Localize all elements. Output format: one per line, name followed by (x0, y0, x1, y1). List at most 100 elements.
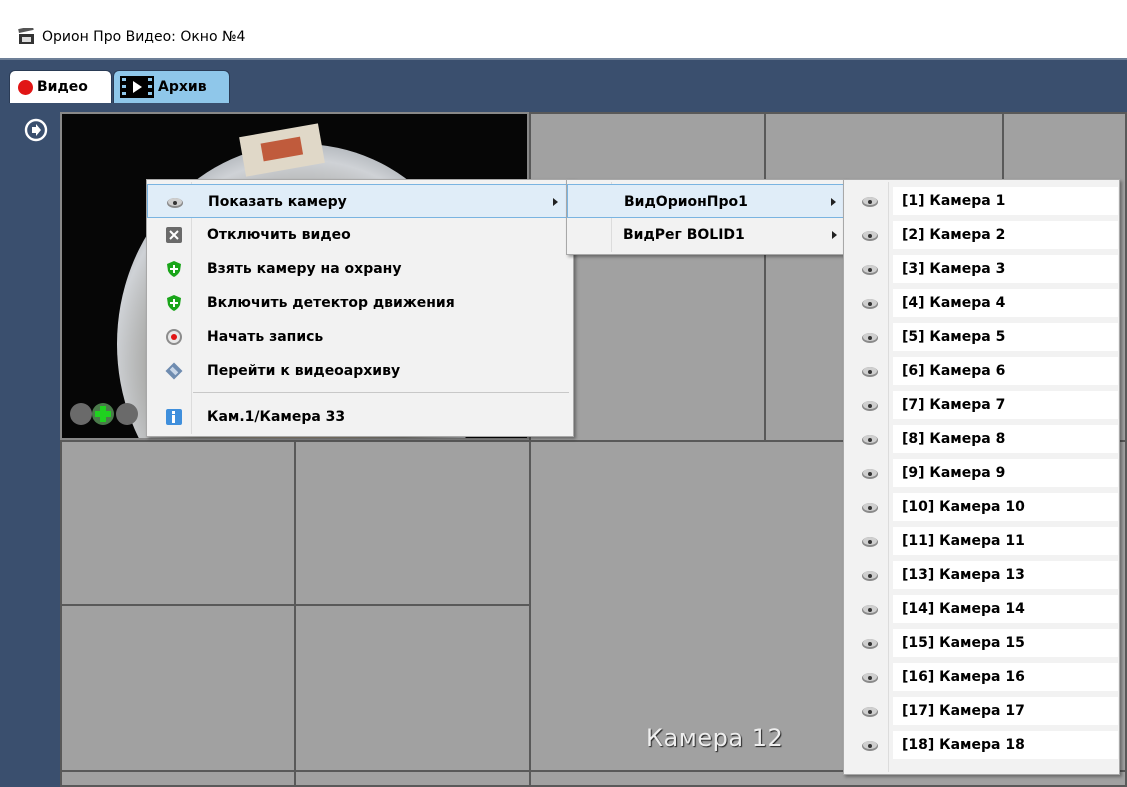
camera-list-item[interactable]: [15] Камера 15 (845, 626, 1118, 660)
camera-icon (862, 197, 878, 207)
servers-submenu: ВидОрионПро1 ВидРег BOLID1 (566, 179, 846, 255)
menu-item-start-recording[interactable]: Начать запись (147, 320, 573, 354)
video-cell-10[interactable] (294, 770, 531, 787)
add-control-button[interactable] (92, 403, 114, 425)
info-icon (166, 409, 182, 425)
menu-item-label: Включить детектор движения (207, 295, 455, 311)
menu-item-label: Перейти к видеоархиву (207, 363, 401, 379)
menu-item-camera-info[interactable]: Кам.1/Камера 33 (147, 400, 573, 434)
camera-list-label: [17] Камера 17 (902, 703, 1025, 719)
camera-list-label: [11] Камера 11 (902, 533, 1025, 549)
archive-icon (165, 362, 183, 380)
tab-archive[interactable]: Архив (113, 70, 230, 103)
menu-item-label: Кам.1/Камера 33 (207, 409, 346, 425)
camera-list-label: [18] Камера 18 (902, 737, 1025, 753)
camera-icon (862, 503, 878, 513)
camera-list-label: [2] Камера 2 (902, 227, 1006, 243)
menu-item-disable-video[interactable]: Отключить видео (147, 218, 573, 252)
close-box-icon (166, 227, 182, 243)
menu-item-show-camera[interactable]: Показать камеру (147, 184, 573, 218)
tab-archive-label: Архив (158, 79, 207, 95)
record-icon (166, 329, 182, 345)
camera-icon (862, 469, 878, 479)
camera-list-label: [4] Камера 4 (902, 295, 1006, 311)
camera-icon (862, 333, 878, 343)
menu-separator (193, 392, 569, 393)
camera-list-item[interactable]: [4] Камера 4 (845, 286, 1118, 320)
film-play-icon (120, 76, 154, 98)
submenu-arrow-icon (832, 231, 837, 239)
title-bar: Орион Про Видео: Окно №4 (0, 0, 1127, 58)
submenu-arrow-icon (553, 198, 558, 206)
expand-panel-icon[interactable] (24, 118, 48, 142)
video-cell-9[interactable] (60, 770, 296, 787)
ptz-control-button[interactable] (70, 403, 92, 425)
menu-item-label: Отключить видео (207, 227, 351, 243)
menu-item-label: ВидОрионПро1 (624, 194, 748, 210)
camera-icon (862, 571, 878, 581)
plus-icon (95, 406, 111, 422)
video-cell-7[interactable] (60, 604, 296, 772)
camera-list-label: [7] Камера 7 (902, 397, 1006, 413)
record-dot-icon (18, 79, 33, 95)
camera-list-item[interactable]: [11] Камера 11 (845, 524, 1118, 558)
camera-list-item[interactable]: [6] Камера 6 (845, 354, 1118, 388)
tab-video-label: Видео (37, 79, 88, 95)
camera-list-item[interactable]: [7] Камера 7 (845, 388, 1118, 422)
camera-icon (862, 673, 878, 683)
window-title: Орион Про Видео: Окно №4 (42, 29, 246, 45)
menu-item-label: Начать запись (207, 329, 324, 345)
camera-list-item[interactable]: [13] Камера 13 (845, 558, 1118, 592)
camera-list-item[interactable]: [9] Камера 9 (845, 456, 1118, 490)
video-cell-5[interactable] (60, 440, 296, 606)
camera-list-item[interactable]: [16] Камера 16 (845, 660, 1118, 694)
context-menu: Показать камеру Отключить видео Взять ка… (146, 179, 574, 437)
camera-list-label: [6] Камера 6 (902, 363, 1006, 379)
menu-item-arm-camera[interactable]: Взять камеру на охрану (147, 252, 573, 286)
camera-list-label: [14] Камера 14 (902, 601, 1025, 617)
camera-list-label: [16] Камера 16 (902, 669, 1025, 685)
camera-icon (862, 401, 878, 411)
camera-list-item[interactable]: [1] Камера 1 (845, 184, 1118, 218)
menu-item-label: Взять камеру на охрану (207, 261, 402, 277)
menu-item-server-bolid[interactable]: ВидРег BOLID1 (567, 218, 845, 252)
camera-icon (862, 367, 878, 377)
camera-icon (862, 537, 878, 547)
menu-item-go-to-archive[interactable]: Перейти к видеоархиву (147, 354, 573, 388)
camera-icon (862, 231, 878, 241)
camera-icon (862, 299, 878, 309)
camera-list-label: [13] Камера 13 (902, 567, 1025, 583)
cameras-submenu: [1] Камера 1 [2] Камера 2 [3] Камера 3 [4] … (843, 179, 1120, 775)
menu-item-server-orion[interactable]: ВидОрионПро1 (567, 184, 845, 218)
shield-plus-icon (167, 261, 181, 277)
menu-item-motion-detector[interactable]: Включить детектор движения (147, 286, 573, 320)
camera-list-label: [5] Камера 5 (902, 329, 1006, 345)
camera-icon (862, 639, 878, 649)
video-cell-8[interactable] (294, 604, 531, 772)
menu-item-label: Показать камеру (208, 194, 347, 210)
camera-icon (862, 265, 878, 275)
camera-icon (862, 741, 878, 751)
video-cell-6[interactable] (294, 440, 531, 606)
camera-icon (862, 707, 878, 717)
zoom-control-button[interactable] (116, 403, 138, 425)
camera-icon (862, 605, 878, 615)
camera-list-item[interactable]: [5] Камера 5 (845, 320, 1118, 354)
tab-bar: Видео Архив (0, 60, 1127, 103)
app-video-icon (18, 28, 34, 44)
camera-list-item[interactable]: [8] Камера 8 (845, 422, 1118, 456)
camera-list-label: [3] Камера 3 (902, 261, 1006, 277)
camera-list-item[interactable]: [14] Камера 14 (845, 592, 1118, 626)
menu-item-label: ВидРег BOLID1 (623, 227, 745, 243)
camera-list-item[interactable]: [3] Камера 3 (845, 252, 1118, 286)
tab-video[interactable]: Видео (9, 70, 112, 103)
camera-list-item[interactable]: [10] Камера 10 (845, 490, 1118, 524)
shield-plus-icon (167, 295, 181, 311)
camera-list-label: [15] Камера 15 (902, 635, 1025, 651)
camera-list-item[interactable]: [2] Камера 2 (845, 218, 1118, 252)
camera-list-item[interactable]: [18] Камера 18 (845, 728, 1118, 762)
camera-icon (167, 198, 183, 208)
camera-list-item[interactable]: [17] Камера 17 (845, 694, 1118, 728)
camera-12-label: Камера 12 (646, 724, 784, 752)
submenu-arrow-icon (831, 198, 836, 206)
